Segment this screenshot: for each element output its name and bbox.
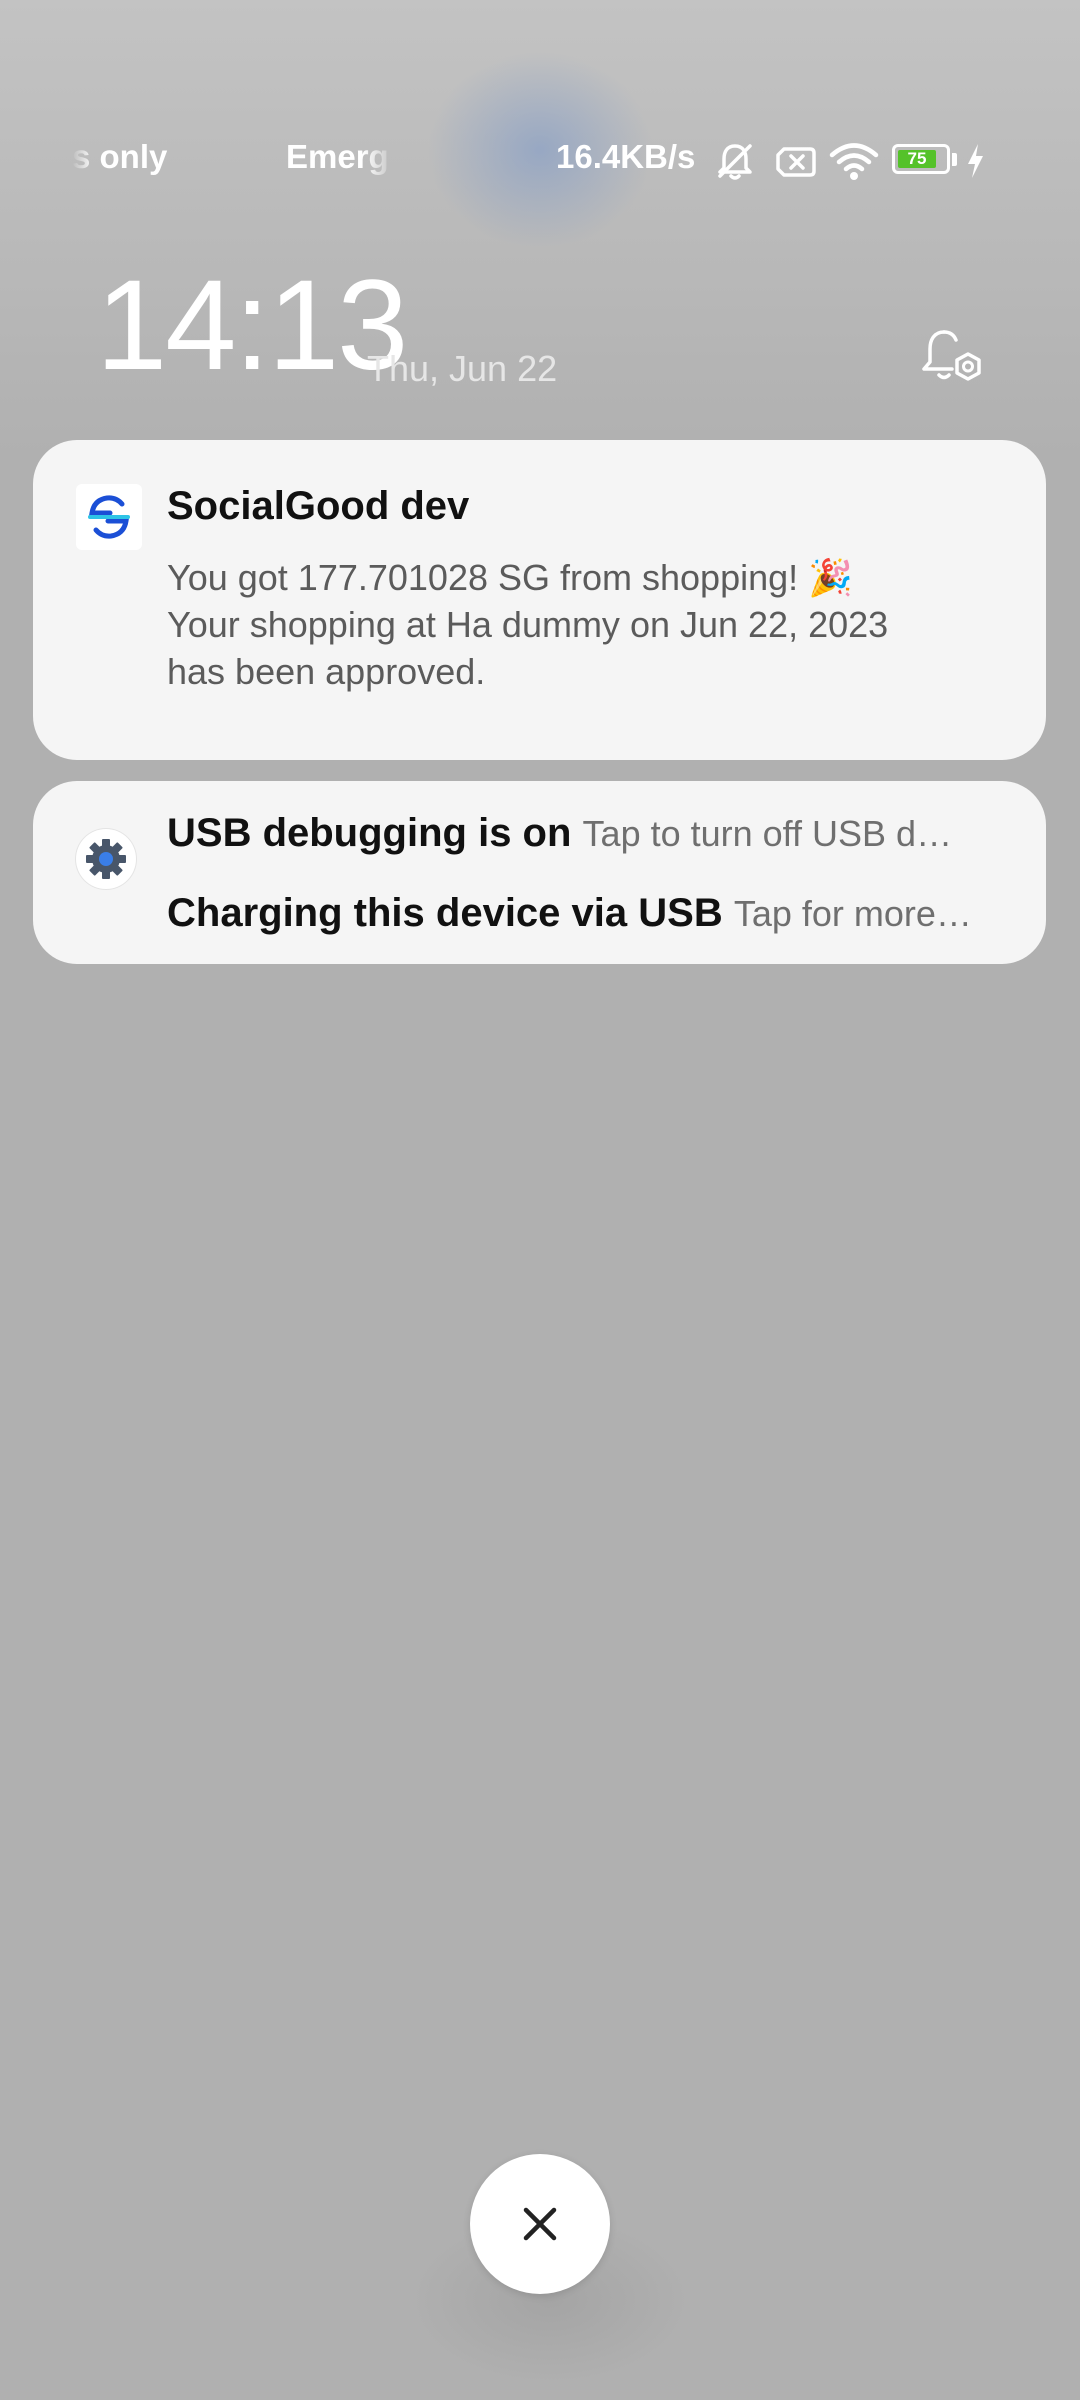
charging-bolt-icon xyxy=(962,138,988,192)
usb-debugging-text: Tap to turn off USB d… xyxy=(582,813,953,854)
notification-socialgood[interactable]: SocialGood dev You got 177.701028 SG fro… xyxy=(33,440,1046,760)
close-icon xyxy=(523,2207,557,2241)
network-speed: 16.4KB/s xyxy=(556,138,696,175)
lockscreen-date: Thu, Jun 22 xyxy=(367,348,558,389)
notification-app-name: SocialGood dev xyxy=(167,484,470,528)
notification-body: You got 177.701028 SG from shopping! 🎉 Y… xyxy=(167,554,997,695)
usb-charging-title: Charging this device via USB xyxy=(167,891,723,935)
no-sim-icon xyxy=(774,138,818,192)
socialgood-logo xyxy=(76,484,142,550)
battery-level: 75 xyxy=(898,150,936,168)
wifi-icon xyxy=(828,138,880,192)
emergency-label: Emerg xyxy=(286,138,389,175)
lockscreen-time: 14:13 xyxy=(96,254,408,397)
notification-line: Your shopping at Ha dummy on Jun 22, 202… xyxy=(167,604,889,645)
carrier-label: s only xyxy=(72,138,168,175)
notification-system-usb[interactable]: USB debugging is on Tap to turn off USB … xyxy=(33,781,1046,964)
battery-icon: 75 xyxy=(892,144,950,174)
notification-line: You got 177.701028 SG from shopping! 🎉 xyxy=(167,557,853,598)
usb-debugging-title: USB debugging is on xyxy=(167,811,572,855)
battery-cap xyxy=(952,153,957,166)
usb-charging-row[interactable]: Charging this device via USB Tap for mor… xyxy=(167,891,1027,936)
notification-line: has been approved. xyxy=(167,651,486,692)
bell-settings-icon[interactable] xyxy=(912,322,990,398)
clear-notifications-button[interactable] xyxy=(470,2154,610,2294)
mute-bell-icon xyxy=(712,138,758,192)
status-bar: s only Emerg 16.4KB/s 75 xyxy=(0,130,1080,190)
usb-debugging-row[interactable]: USB debugging is on Tap to turn off USB … xyxy=(167,811,1027,856)
usb-charging-text: Tap for more… xyxy=(733,893,972,934)
gear-icon xyxy=(76,829,136,889)
